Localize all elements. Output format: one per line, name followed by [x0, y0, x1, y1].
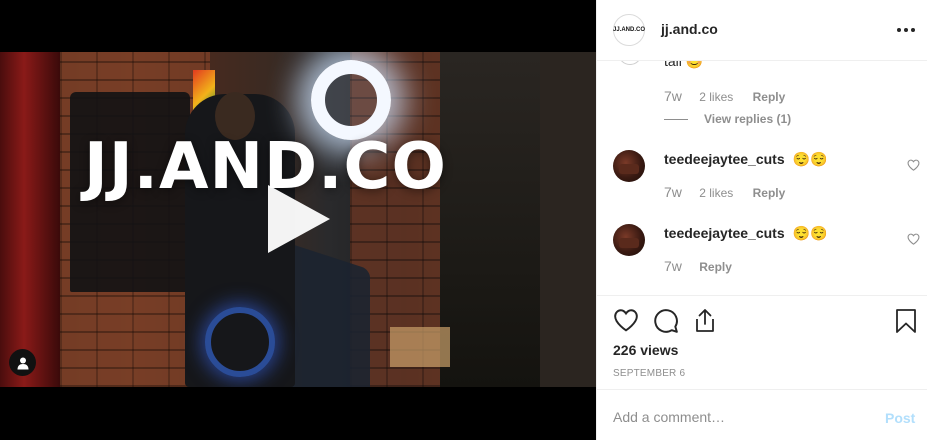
- avatar[interactable]: [613, 150, 645, 182]
- comment-meta: 7w 2 likes Reply: [664, 184, 785, 200]
- more-options-icon[interactable]: [895, 22, 917, 38]
- comment-time[interactable]: 7w: [664, 184, 682, 200]
- like-comment-icon[interactable]: [907, 232, 920, 250]
- video-scene-doorway: [440, 52, 540, 387]
- avatar[interactable]: JJ.AND.CO: [613, 14, 645, 46]
- more-dot: [897, 28, 901, 32]
- user-tag-icon[interactable]: [9, 349, 36, 376]
- bookmark-glyph: [896, 309, 916, 333]
- video-scene-wall: [540, 52, 596, 387]
- share-icon[interactable]: [693, 308, 717, 339]
- avatar[interactable]: [618, 61, 642, 65]
- play-icon[interactable]: [268, 185, 330, 253]
- heart-outline-glyph: [907, 233, 920, 245]
- comment-meta: 7w 2 likes Reply: [664, 88, 785, 104]
- comment-text: 😌😌: [792, 225, 828, 241]
- add-comment-bar: Post: [597, 389, 927, 440]
- video-scene-lamp: [390, 327, 450, 367]
- reply-button[interactable]: Reply: [699, 260, 732, 274]
- comment-icon[interactable]: [653, 308, 679, 339]
- post-date[interactable]: SEPTEMBER 6: [613, 368, 685, 379]
- heart-glyph: [614, 309, 638, 332]
- heart-outline-glyph: [907, 159, 920, 171]
- share-glyph: [696, 309, 714, 332]
- post-username[interactable]: jj.and.co: [661, 21, 718, 37]
- post-actions: 226 views SEPTEMBER 6: [597, 295, 927, 389]
- avatar-logo-text: JJ.AND.CO: [613, 27, 646, 33]
- view-replies-label: View replies (1): [704, 112, 792, 126]
- comment-time[interactable]: 7w: [664, 88, 682, 104]
- video-scene-curtain: [0, 52, 60, 387]
- partial-comment: tall 😊: [597, 61, 927, 75]
- view-replies-button[interactable]: View replies (1): [664, 112, 791, 126]
- avatar[interactable]: [613, 224, 645, 256]
- user-tag-glyph: [17, 357, 28, 369]
- comment-item: teedeejaytee_cuts 😌😌 7w Reply: [597, 224, 927, 294]
- comment-meta: 7w Reply: [664, 258, 732, 274]
- more-dot: [911, 28, 915, 32]
- comment-text: tall 😊: [664, 61, 704, 69]
- post-header: JJ.AND.CO jj.and.co: [597, 0, 927, 61]
- comment-username[interactable]: teedeejaytee_cuts: [664, 151, 785, 167]
- post-side-panel: JJ.AND.CO jj.and.co tall 😊 7w 2 likes Re…: [596, 0, 927, 440]
- comment-username[interactable]: teedeejaytee_cuts: [664, 225, 785, 241]
- comment-likes[interactable]: 2 likes: [699, 90, 733, 104]
- view-replies-line: [664, 118, 688, 120]
- heart-icon[interactable]: [613, 308, 639, 337]
- video-scene-lens-flare: [205, 307, 275, 377]
- more-dot: [904, 28, 908, 32]
- like-comment-icon[interactable]: [907, 158, 920, 176]
- video-scene-ring-light: [311, 60, 391, 140]
- bookmark-icon[interactable]: [895, 308, 917, 339]
- comment-body: teedeejaytee_cuts 😌😌: [664, 225, 827, 242]
- media-pane: JJ.AND.CO: [0, 0, 596, 440]
- post-button[interactable]: Post: [885, 410, 915, 426]
- comment-time[interactable]: 7w: [664, 258, 682, 274]
- comment-item: teedeejaytee_cuts 😌😌 7w 2 likes Reply: [597, 150, 927, 220]
- comment-text: 😌😌: [792, 151, 828, 167]
- comment-glyph: [654, 309, 678, 333]
- comment-body: teedeejaytee_cuts 😌😌: [664, 151, 827, 168]
- comments-list[interactable]: tall 😊 7w 2 likes Reply View replies (1)…: [597, 61, 927, 295]
- reply-button[interactable]: Reply: [753, 90, 786, 104]
- views-count[interactable]: 226 views: [613, 342, 678, 358]
- comment-likes[interactable]: 2 likes: [699, 186, 733, 200]
- reply-button[interactable]: Reply: [753, 186, 786, 200]
- comment-input[interactable]: [613, 406, 863, 428]
